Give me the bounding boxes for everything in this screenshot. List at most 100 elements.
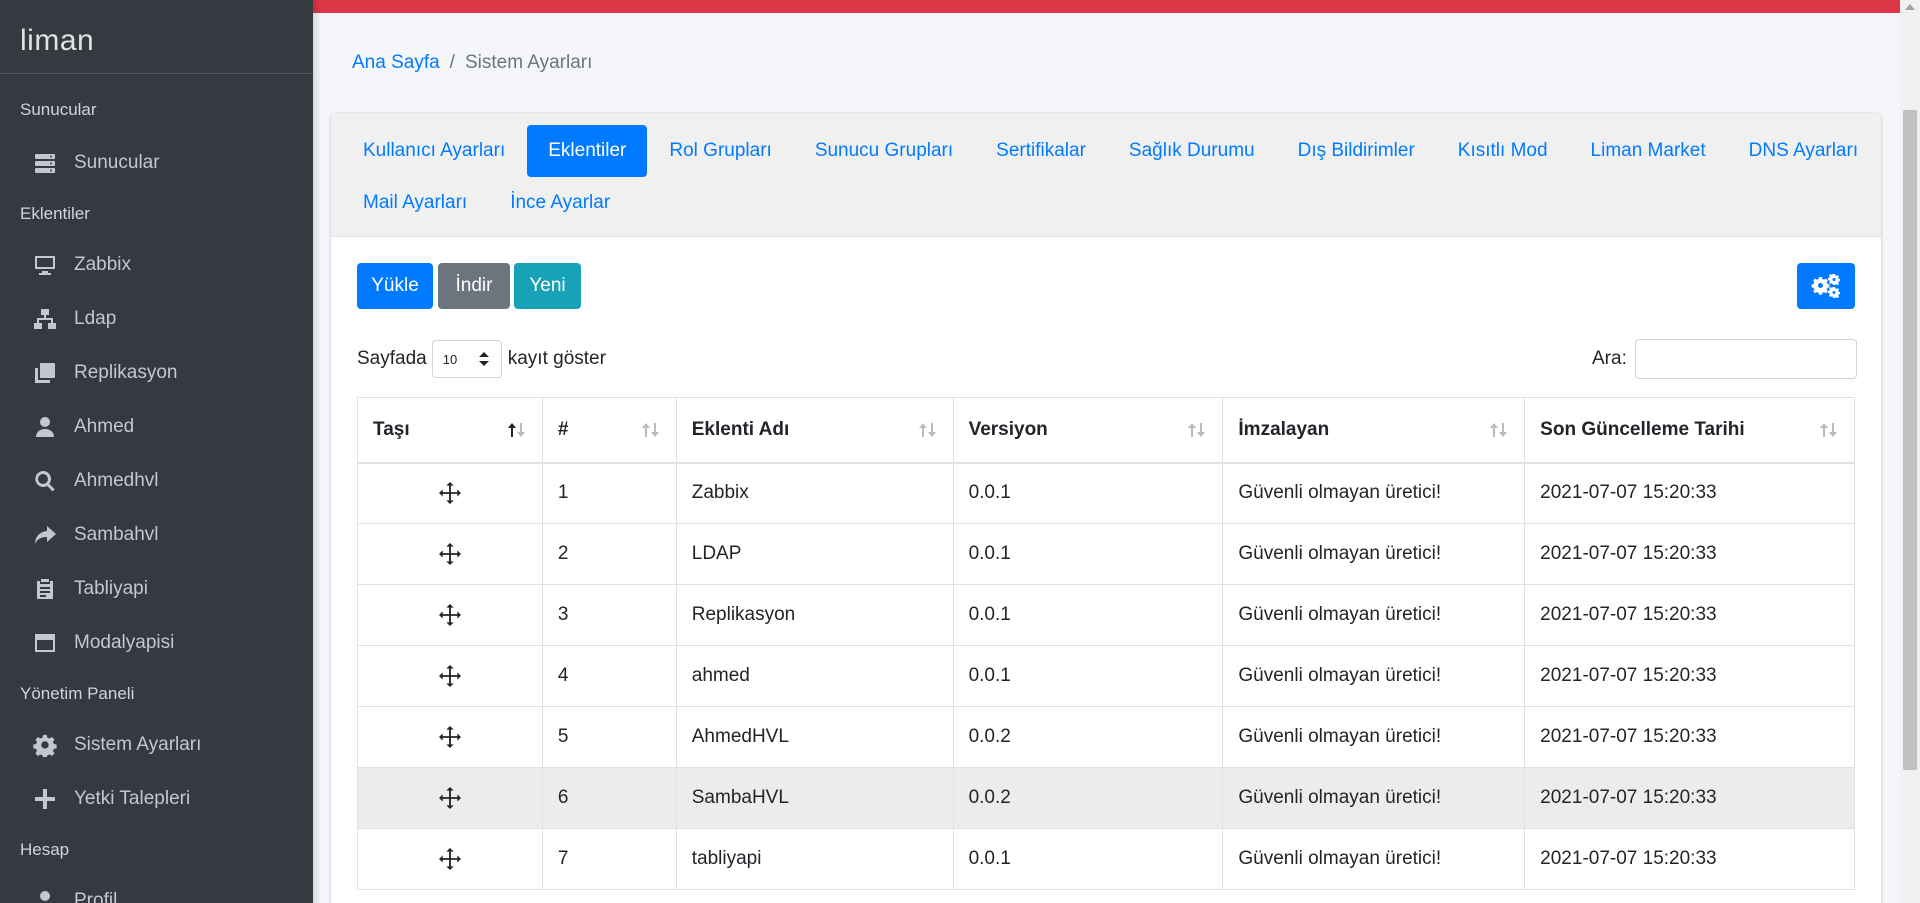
sidebar-item-zabbix[interactable]: Zabbix [0, 238, 313, 292]
cogs-icon [1811, 274, 1840, 299]
column-header-version[interactable]: Versiyon [952, 397, 1224, 464]
table-search: Ara: [1592, 339, 1857, 379]
table-row[interactable]: 5 AhmedHVL 0.0.2 Güvenli olmayan üretici… [357, 706, 1855, 768]
sidebar-item-modalyapisi[interactable]: Modalyapisi [0, 616, 313, 670]
tab-ince-ayarlar[interactable]: İnce Ayarlar [489, 177, 631, 229]
cell-version: 0.0.1 [952, 645, 1224, 707]
move-handle[interactable] [357, 584, 543, 646]
page-length-select[interactable]: 10 [431, 340, 502, 378]
page-length-value: 10 [442, 351, 458, 367]
table-row[interactable]: 2 LDAP 0.0.1 Güvenli olmayan üretici! 20… [357, 523, 1855, 585]
table-row[interactable]: 7 tabliyapi 0.0.1 Güvenli olmayan üretic… [357, 828, 1855, 890]
plus-icon [32, 786, 58, 812]
new-button[interactable]: Yeni [514, 263, 581, 309]
cell-name: Replikasyon [675, 584, 954, 646]
tab-kullanici-ayarlari[interactable]: Kullanıcı Ayarları [342, 125, 526, 177]
copy-icon [32, 360, 58, 386]
sidebar-item-sunucular[interactable]: Sunucular [0, 136, 313, 190]
arrows-move-icon [438, 482, 461, 505]
sidebar-item-ldap[interactable]: Ldap [0, 292, 313, 346]
breadcrumb-separator: / [449, 52, 455, 73]
arrows-move-icon [438, 786, 461, 809]
arrows-move-icon [438, 664, 461, 687]
sort-asc-icon [507, 423, 525, 437]
sidebar-item-label: Ahmedhvl [74, 470, 159, 491]
move-handle[interactable] [357, 706, 543, 768]
brand-logo-text[interactable]: liman [20, 24, 94, 57]
cell-version: 0.0.1 [952, 462, 1224, 524]
arrows-move-icon [438, 542, 461, 565]
tab-dis-bildirimler[interactable]: Dış Bildirimler [1277, 125, 1436, 177]
tab-rol-gruplari[interactable]: Rol Grupları [648, 125, 792, 177]
tab-mail-ayarlari[interactable]: Mail Ayarları [342, 177, 488, 229]
cell-name: ahmed [675, 645, 954, 707]
cell-signer: Güvenli olmayan üretici! [1222, 706, 1526, 768]
server-icon [32, 150, 58, 176]
move-handle[interactable] [357, 828, 543, 890]
table-row[interactable]: 1 Zabbix 0.0.1 Güvenli olmayan üretici! … [357, 462, 1855, 524]
gear-icon [32, 732, 58, 758]
move-handle[interactable] [357, 462, 543, 524]
upload-button[interactable]: Yükle [357, 263, 433, 309]
table-header-row: Taşı # Eklenti Adı Versiyon İmzalayan So… [357, 397, 1855, 464]
column-header-signer[interactable]: İmzalayan [1222, 397, 1526, 464]
column-header-name[interactable]: Eklenti Adı [675, 397, 954, 464]
column-header-move[interactable]: Taşı [357, 397, 543, 464]
tab-liman-market[interactable]: Liman Market [1570, 125, 1727, 177]
cell-name: SambaHVL [675, 767, 954, 829]
desktop-icon [32, 252, 58, 278]
sidebar-item-sambahvl[interactable]: Sambahvl [0, 508, 313, 562]
page-scrollbar[interactable] [1900, 0, 1920, 903]
breadcrumb-home-link[interactable]: Ana Sayfa [352, 52, 440, 73]
sidebar-item-sistem-ayarlari[interactable]: Sistem Ayarları [0, 718, 313, 772]
tab-kisitli-mod[interactable]: Kısıtlı Mod [1437, 125, 1569, 177]
user-icon [32, 414, 58, 440]
download-button[interactable]: İndir [438, 263, 510, 309]
column-header-label: Taşı [373, 418, 410, 440]
cell-version: 0.0.1 [952, 584, 1224, 646]
sidebar-item-ahmed[interactable]: Ahmed [0, 400, 313, 454]
column-header-label: İmzalayan [1238, 418, 1330, 440]
table-row[interactable]: 6 SambaHVL 0.0.2 Güvenli olmayan üretici… [357, 767, 1855, 829]
settings-button[interactable] [1797, 263, 1855, 309]
cell-signer: Güvenli olmayan üretici! [1222, 767, 1526, 829]
share-icon [32, 522, 58, 548]
move-handle[interactable] [357, 645, 543, 707]
column-header-updated[interactable]: Son Güncelleme Tarihi [1524, 397, 1855, 464]
brand[interactable]: liman [0, 0, 313, 74]
sidebar-section-hesap: Hesap Profil [0, 826, 313, 903]
scrollbar-thumb[interactable] [1903, 110, 1917, 770]
sidebar-section-yonetim: Yönetim Paneli Sistem Ayarları Yetki Tal… [0, 670, 313, 826]
table-row[interactable]: 3 Replikasyon 0.0.1 Güvenli olmayan üret… [357, 584, 1855, 646]
arrows-move-icon [438, 603, 461, 626]
search-input[interactable] [1634, 339, 1857, 379]
cell-updated: 2021-07-07 15:20:33 [1524, 462, 1855, 524]
arrows-move-icon [438, 725, 461, 748]
top-accent-bar [313, 0, 1900, 13]
table-row[interactable]: 4 ahmed 0.0.1 Güvenli olmayan üretici! 2… [357, 645, 1855, 707]
column-header-number[interactable]: # [541, 397, 677, 464]
sidebar-item-label: Sambahvl [74, 524, 159, 545]
move-handle[interactable] [357, 523, 543, 585]
sidebar-header: Yönetim Paneli [20, 684, 135, 703]
tab-sunucu-gruplari[interactable]: Sunucu Grupları [794, 125, 974, 177]
sidebar-item-tabliyapi[interactable]: Tabliyapi [0, 562, 313, 616]
sidebar-item-replikasyon[interactable]: Replikasyon [0, 346, 313, 400]
tab-eklentiler[interactable]: Eklentiler [527, 125, 648, 177]
move-handle[interactable] [357, 767, 543, 829]
tab-dns-ayarlari[interactable]: DNS Ayarları [1728, 125, 1879, 177]
sidebar-item-ahmedhvl[interactable]: Ahmedhvl [0, 454, 313, 508]
scroll-up-arrow-icon[interactable] [1905, 4, 1915, 10]
cell-updated: 2021-07-07 15:20:33 [1524, 767, 1855, 829]
sidebar-item-profil[interactable]: Profil [0, 874, 313, 903]
window-icon [32, 630, 58, 656]
tab-saglik-durumu[interactable]: Sağlık Durumu [1108, 125, 1276, 177]
cell-version: 0.0.1 [952, 828, 1224, 890]
sidebar-item-yetki-talepleri[interactable]: Yetki Talepleri [0, 772, 313, 826]
cell-updated: 2021-07-07 15:20:33 [1524, 645, 1855, 707]
tab-sertifikalar[interactable]: Sertifikalar [975, 125, 1107, 177]
sidebar-header: Sunucular [20, 100, 97, 119]
column-header-label: Eklenti Adı [691, 418, 790, 440]
cell-signer: Güvenli olmayan üretici! [1222, 828, 1526, 890]
cell-name: AhmedHVL [675, 706, 954, 768]
